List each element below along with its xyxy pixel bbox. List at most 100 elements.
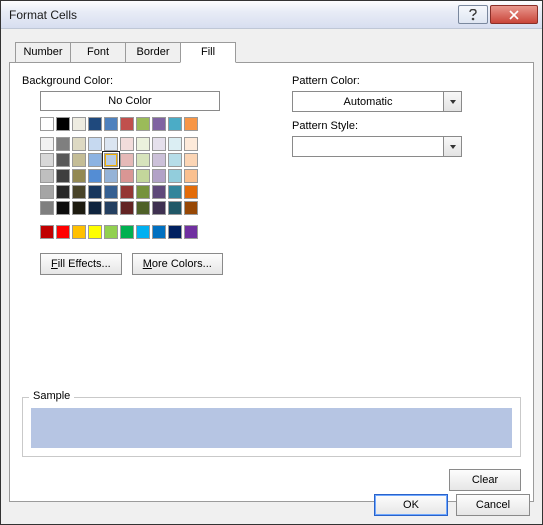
pattern-color-label: Pattern Color: (292, 75, 521, 87)
standard-colors-row (40, 225, 242, 239)
pattern-color-combo[interactable]: Automatic (292, 91, 462, 112)
color-swatch[interactable] (72, 169, 86, 183)
color-swatch[interactable] (88, 225, 102, 239)
close-button[interactable] (490, 5, 538, 24)
color-swatch[interactable] (168, 169, 182, 183)
color-swatch[interactable] (184, 225, 198, 239)
window-title: Format Cells (9, 8, 456, 22)
ok-button[interactable]: OK (374, 494, 448, 516)
color-swatch[interactable] (40, 201, 54, 215)
color-swatch[interactable] (56, 153, 70, 167)
color-swatch[interactable] (184, 137, 198, 151)
color-swatch[interactable] (136, 225, 150, 239)
chevron-down-icon[interactable] (443, 92, 461, 111)
color-swatch[interactable] (56, 117, 70, 131)
color-swatch[interactable] (168, 201, 182, 215)
color-swatch[interactable] (88, 153, 102, 167)
color-swatch[interactable] (104, 185, 118, 199)
pattern-style-label: Pattern Style: (292, 120, 521, 132)
color-swatch[interactable] (136, 201, 150, 215)
color-swatch[interactable] (40, 153, 54, 167)
color-swatch[interactable] (104, 225, 118, 239)
color-swatch[interactable] (56, 185, 70, 199)
color-swatch[interactable] (152, 117, 166, 131)
chevron-down-icon[interactable] (443, 137, 461, 156)
color-swatch[interactable] (88, 169, 102, 183)
color-swatch[interactable] (72, 117, 86, 131)
color-swatch[interactable] (72, 185, 86, 199)
dialog-body: Number Font Border Fill Background Color… (1, 29, 542, 524)
color-swatch[interactable] (104, 153, 118, 167)
color-swatch[interactable] (184, 117, 198, 131)
color-swatch[interactable] (56, 201, 70, 215)
color-swatch[interactable] (152, 185, 166, 199)
color-swatch[interactable] (136, 117, 150, 131)
no-color-label: No Color (108, 95, 151, 107)
color-swatch[interactable] (104, 201, 118, 215)
fill-panel: Background Color: No Color (9, 62, 534, 502)
color-swatch[interactable] (120, 185, 134, 199)
color-swatch[interactable] (72, 153, 86, 167)
color-swatch[interactable] (40, 117, 54, 131)
format-cells-dialog: Format Cells Number Font Border Fill Bac… (0, 0, 543, 525)
color-swatch[interactable] (168, 117, 182, 131)
color-swatch[interactable] (120, 201, 134, 215)
color-swatch[interactable] (136, 137, 150, 151)
color-swatch[interactable] (168, 225, 182, 239)
tab-number[interactable]: Number (15, 42, 71, 63)
tab-border[interactable]: Border (125, 42, 181, 63)
color-swatch[interactable] (184, 153, 198, 167)
color-swatch[interactable] (56, 225, 70, 239)
help-button[interactable] (458, 5, 488, 24)
fill-effects-button[interactable]: Fill Effects... (40, 253, 122, 275)
more-colors-button[interactable]: More Colors... (132, 253, 223, 275)
color-swatch[interactable] (88, 117, 102, 131)
color-swatch[interactable] (72, 225, 86, 239)
color-swatch[interactable] (72, 137, 86, 151)
color-swatch[interactable] (104, 169, 118, 183)
color-swatch[interactable] (120, 117, 134, 131)
color-swatch[interactable] (136, 169, 150, 183)
color-swatch[interactable] (104, 117, 118, 131)
color-swatch[interactable] (88, 185, 102, 199)
clear-button[interactable]: Clear (449, 469, 521, 491)
color-swatch[interactable] (152, 169, 166, 183)
color-swatch[interactable] (136, 153, 150, 167)
color-swatch[interactable] (120, 153, 134, 167)
tab-font[interactable]: Font (70, 42, 126, 63)
color-swatch[interactable] (104, 137, 118, 151)
color-swatch[interactable] (56, 137, 70, 151)
color-swatch[interactable] (152, 225, 166, 239)
pattern-style-value (293, 137, 443, 156)
color-swatch[interactable] (40, 185, 54, 199)
color-swatch[interactable] (184, 169, 198, 183)
color-swatch[interactable] (184, 201, 198, 215)
cancel-button[interactable]: Cancel (456, 494, 530, 516)
theme-colors-grid (40, 117, 242, 215)
color-swatch[interactable] (168, 153, 182, 167)
color-swatch[interactable] (72, 201, 86, 215)
tabstrip: Number Font Border Fill (15, 41, 534, 62)
color-swatch[interactable] (120, 225, 134, 239)
color-swatch[interactable] (184, 185, 198, 199)
color-swatch[interactable] (136, 185, 150, 199)
pattern-style-combo[interactable] (292, 136, 462, 157)
color-swatch[interactable] (40, 225, 54, 239)
color-swatch[interactable] (88, 137, 102, 151)
color-swatch[interactable] (40, 169, 54, 183)
sample-label: Sample (29, 390, 74, 402)
color-swatch[interactable] (88, 201, 102, 215)
color-swatch[interactable] (168, 137, 182, 151)
sample-group: Sample (22, 397, 521, 457)
pattern-color-value: Automatic (293, 92, 443, 111)
no-color-button[interactable]: No Color (40, 91, 220, 111)
color-swatch[interactable] (120, 169, 134, 183)
color-swatch[interactable] (40, 137, 54, 151)
color-swatch[interactable] (56, 169, 70, 183)
color-swatch[interactable] (152, 137, 166, 151)
color-swatch[interactable] (152, 201, 166, 215)
color-swatch[interactable] (168, 185, 182, 199)
color-swatch[interactable] (120, 137, 134, 151)
tab-fill[interactable]: Fill (180, 42, 236, 63)
color-swatch[interactable] (152, 153, 166, 167)
